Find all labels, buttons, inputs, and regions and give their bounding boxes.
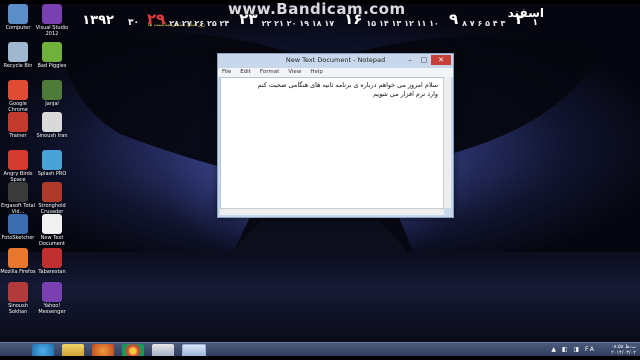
recycle-bin-icon bbox=[8, 42, 28, 62]
computer-icon bbox=[8, 4, 28, 24]
desktop-shortcut[interactable]: Visual Studio 2012 bbox=[34, 4, 70, 37]
desktop-shortcut-label: Bad Piggies bbox=[37, 63, 67, 69]
trainer-icon bbox=[8, 112, 28, 132]
visual-studio-icon bbox=[42, 4, 62, 24]
screen: www.Bandicam.com روز قبلی نمایش مناسبت ه… bbox=[0, 0, 640, 360]
desktop-shortcut-label: Splash PRO bbox=[37, 171, 67, 177]
desktop-shortcut[interactable]: Trainer bbox=[0, 112, 36, 139]
calendar-year: ۱۳۹۲ bbox=[82, 13, 114, 28]
calendar-day-30[interactable]: ۳۰ bbox=[128, 18, 139, 28]
desktop-shortcut-label: Yahoo! Messenger bbox=[38, 303, 66, 315]
desktop-shortcut[interactable]: Stronghold Crusader bbox=[34, 182, 70, 215]
calendar-day-9[interactable]: ۹ bbox=[449, 10, 458, 28]
letterbox-bottom bbox=[0, 356, 640, 360]
calendar-days-left: ۲۸ ۲۷ ۲۶ ۲۵ ۲۴ bbox=[169, 19, 230, 28]
notepad-window[interactable]: New Text Document - Notepad – □ ✕ File E… bbox=[217, 53, 454, 218]
sinoush-iran-icon bbox=[42, 112, 62, 132]
menu-format[interactable]: Format bbox=[260, 68, 279, 77]
calendar-strip: ۱۳۹۲ ۳۰ ۲۹ ۲۸ ۲۷ ۲۶ ۲۵ ۲۴ ۲۳ ۲۲ ۲۱ ۲۰ ۱۹… bbox=[82, 6, 542, 28]
desktop-shortcut[interactable]: Computer bbox=[0, 4, 36, 31]
notepad-content: سلام امروز می خواهم درباره ی برنامه ثانی… bbox=[221, 78, 443, 102]
menu-file[interactable]: File bbox=[222, 68, 231, 77]
clock[interactable]: ۰۸:۵۸ ب.ظ ۲۰۱۴/۰۳/۰۲ bbox=[611, 344, 636, 356]
sinoush-sokhan-icon bbox=[8, 282, 28, 302]
desktop-shortcut[interactable]: Sinoush Iran bbox=[34, 112, 70, 139]
desktop-shortcut[interactable]: Recycle Bin bbox=[0, 42, 36, 69]
ergasoft-icon bbox=[8, 182, 28, 202]
desktop-shortcut[interactable]: Ergasoft Total Vid... bbox=[0, 182, 36, 215]
desktop-shortcut[interactable]: Janjal bbox=[34, 80, 70, 107]
desktop-shortcut[interactable]: Angry Birds Space bbox=[0, 150, 36, 183]
desktop-shortcut-label: Janjal bbox=[45, 101, 59, 107]
desktop-shortcut[interactable]: Bad Piggies bbox=[34, 42, 70, 69]
desktop-shortcut-label: Sinoush Iran bbox=[36, 133, 68, 139]
fotosketcher-icon bbox=[8, 214, 28, 234]
ground bbox=[0, 252, 640, 342]
desktop-shortcut[interactable]: Splash PRO bbox=[34, 150, 70, 177]
desktop-shortcut-label: FotoSketcher bbox=[1, 235, 35, 241]
desktop-shortcut[interactable]: Mozilla Firefox bbox=[0, 248, 36, 275]
calendar-days-right: ۱۵ ۱۴ ۱۳ ۱۲ ۱۱ ۱۰ bbox=[366, 19, 439, 28]
desktop-shortcut-label: Trainer bbox=[9, 133, 27, 139]
calendar-month: اسفند bbox=[507, 6, 544, 20]
desktop-shortcut-label: Sinoush Sokhan bbox=[8, 303, 28, 315]
window-controls: – □ ✕ bbox=[403, 55, 451, 65]
notepad-line-2: وارد نرم افزار می شویم bbox=[373, 90, 438, 98]
notepad-menubar: File Edit Format View Help bbox=[218, 68, 453, 77]
tabarestan-icon bbox=[42, 248, 62, 268]
text-document-icon bbox=[42, 214, 62, 234]
bad-piggies-icon bbox=[42, 42, 62, 62]
desktop-shortcut-label: Visual Studio 2012 bbox=[35, 25, 69, 37]
stronghold-icon bbox=[42, 182, 62, 202]
minimize-button[interactable]: – bbox=[403, 55, 417, 65]
yahoo-messenger-icon bbox=[42, 282, 62, 302]
desktop-shortcut[interactable]: Yahoo! Messenger bbox=[34, 282, 70, 315]
desktop-shortcut-label: Computer bbox=[5, 25, 31, 31]
chrome-icon bbox=[8, 80, 28, 100]
janjal-icon bbox=[42, 80, 62, 100]
desktop-shortcut-label: Mozilla Firefox bbox=[0, 269, 36, 275]
menu-view[interactable]: View bbox=[288, 68, 301, 77]
firefox-icon bbox=[8, 248, 28, 268]
maximize-button[interactable]: □ bbox=[417, 55, 431, 65]
desktop-shortcut[interactable]: FotoSketcher bbox=[0, 214, 36, 241]
calendar-day-29[interactable]: ۲۹ bbox=[147, 10, 165, 28]
desktop-shortcut-label: New Text Document bbox=[39, 235, 65, 247]
desktop-shortcut[interactable]: Sinoush Sokhan bbox=[0, 282, 36, 315]
desktop-shortcut-label: Recycle Bin bbox=[3, 63, 33, 69]
notepad-text-area[interactable]: سلام امروز می خواهم درباره ی برنامه ثانی… bbox=[220, 77, 444, 210]
desktop-shortcut[interactable]: Google Chrome bbox=[0, 80, 36, 113]
desktop-shortcut[interactable]: New Text Document bbox=[34, 214, 70, 247]
splash-pro-icon bbox=[42, 150, 62, 170]
vertical-scrollbar[interactable] bbox=[443, 77, 451, 208]
tray-icons[interactable]: ▲ ◧ ◨ FA bbox=[551, 346, 596, 353]
angry-birds-icon bbox=[8, 150, 28, 170]
horizontal-scrollbar[interactable] bbox=[220, 208, 444, 215]
close-button[interactable]: ✕ bbox=[431, 55, 451, 65]
calendar-days-right2: ۸ ۷ ۶ ۵ ۴ ۳ bbox=[462, 19, 506, 28]
desktop-shortcut-label: Tabarestan bbox=[38, 269, 66, 275]
calendar-day-16[interactable]: ۱۶ bbox=[344, 10, 362, 28]
notepad-titlebar[interactable]: New Text Document - Notepad – □ ✕ bbox=[218, 54, 453, 68]
menu-edit[interactable]: Edit bbox=[240, 68, 251, 77]
calendar-days-mid: ۲۲ ۲۱ ۲۰ ۱۹ ۱۸ ۱۷ bbox=[261, 19, 335, 28]
desktop-shortcut[interactable]: Tabarestan bbox=[34, 248, 70, 275]
calendar-day-23[interactable]: ۲۳ bbox=[239, 10, 257, 28]
menu-help[interactable]: Help bbox=[310, 68, 323, 77]
notepad-line-1: سلام امروز می خواهم درباره ی برنامه ثانی… bbox=[257, 81, 438, 89]
